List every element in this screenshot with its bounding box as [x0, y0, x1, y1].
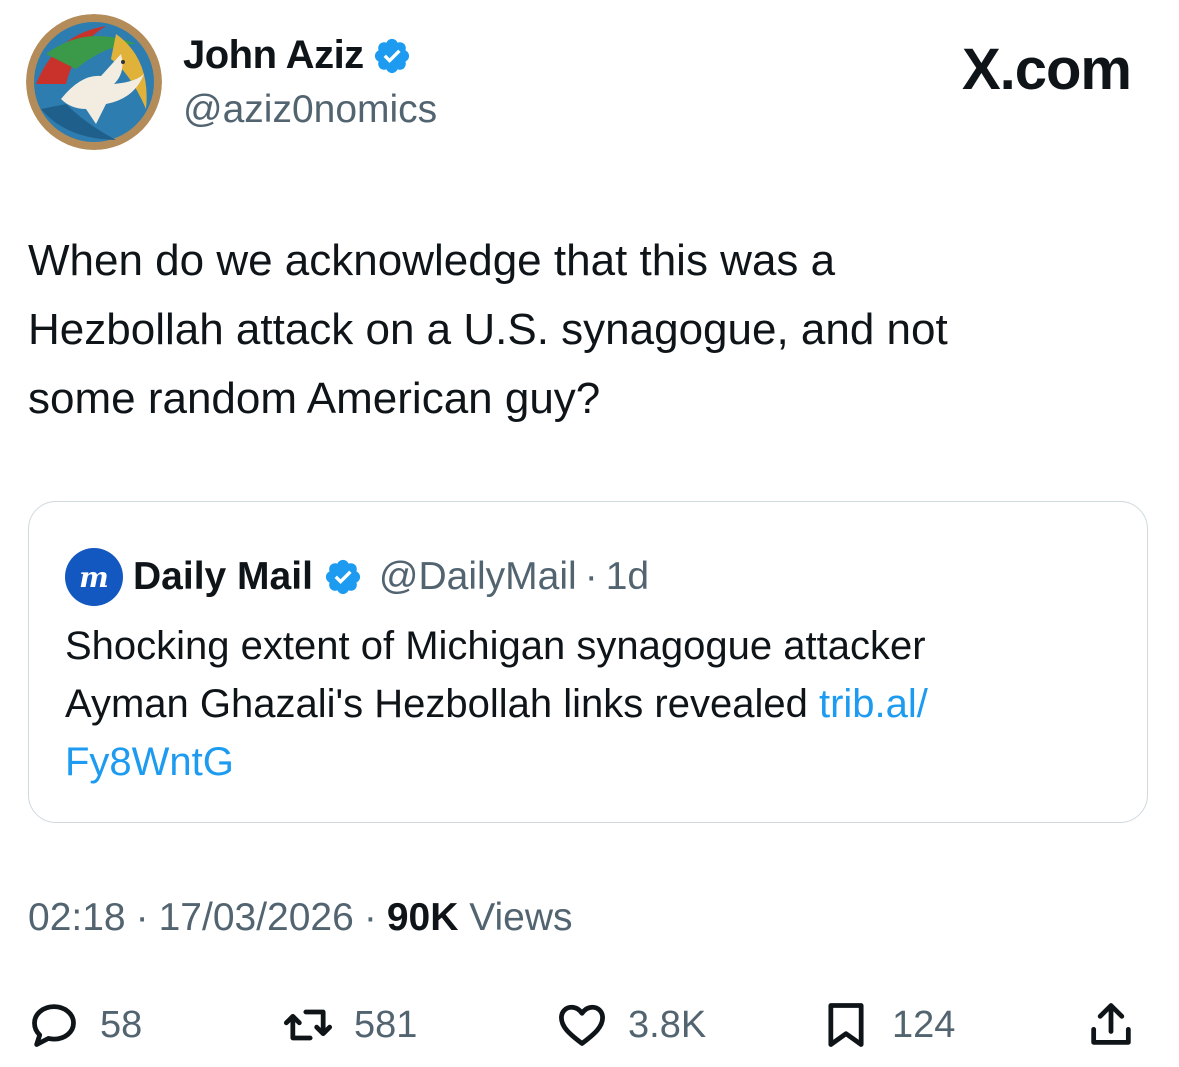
quoted-tweet-header: m Daily Mail @DailyMail · 1d: [65, 548, 649, 606]
like-button[interactable]: 3.8K: [556, 990, 706, 1060]
reply-count: 58: [100, 1003, 143, 1046]
bookmark-count: 124: [892, 1003, 956, 1046]
verified-badge-icon: [374, 38, 409, 73]
tweet-line: Hezbollah attack on a U.S. synagogue, an…: [28, 305, 948, 354]
quoted-line: Shocking extent of Michigan synagogue at…: [65, 624, 926, 668]
quoted-meta: @DailyMail · 1d: [379, 555, 649, 599]
reply-button[interactable]: 58: [28, 990, 142, 1060]
bookmark-button[interactable]: 124: [820, 990, 955, 1060]
author-name[interactable]: John Aziz: [183, 33, 364, 78]
like-count: 3.8K: [628, 1003, 707, 1046]
verified-badge-icon: [325, 559, 360, 595]
bookmark-icon: [828, 1003, 864, 1047]
views-count: 90K: [386, 896, 459, 939]
repost-count: 581: [354, 1003, 418, 1046]
author-name-row[interactable]: John Aziz: [183, 33, 412, 78]
action-bar: 58 581 3.8K 124: [0, 990, 1179, 1060]
brand-label: X.com: [961, 37, 1132, 102]
quoted-link-continued[interactable]: Fy8WntG: [65, 740, 234, 784]
tweet-line: When do we acknowledge that this was a: [28, 236, 836, 285]
quoted-link[interactable]: trib.al/: [819, 682, 928, 726]
separator: ·: [584, 555, 598, 598]
tweet-time[interactable]: 02:18: [28, 896, 126, 940]
quoted-line: Ayman Ghazali's Hezbollah links revealed: [65, 682, 808, 726]
quoted-text: Shocking extent of Michigan synagogue at…: [65, 617, 1115, 791]
separator: ·: [363, 896, 377, 939]
quoted-tweet-card[interactable]: m Daily Mail @DailyMail · 1d Shocking ex…: [28, 501, 1148, 823]
quoted-author-name[interactable]: Daily Mail: [133, 555, 313, 599]
daily-mail-logo-icon: m: [65, 548, 123, 606]
author-handle[interactable]: @aziz0nomics: [183, 88, 437, 132]
tweet-line: some random American guy?: [28, 374, 601, 423]
dove-avatar-image: [26, 14, 162, 150]
views-label: Views: [469, 896, 573, 939]
tweet-date[interactable]: 17/03/2026: [159, 896, 354, 940]
tweet-meta: 02:18 · 17/03/2026 · 90K Views: [28, 896, 573, 940]
reply-icon: [32, 1004, 76, 1047]
author-avatar[interactable]: [26, 14, 162, 150]
tweet-text: When do we acknowledge that this was a H…: [28, 226, 1138, 433]
share-icon: [1091, 1003, 1131, 1045]
repost-button[interactable]: 581: [282, 990, 417, 1060]
separator: ·: [135, 896, 149, 939]
quoted-handle[interactable]: @DailyMail: [379, 555, 577, 599]
share-button[interactable]: [1085, 990, 1137, 1060]
like-icon: [559, 1004, 605, 1046]
quoted-age[interactable]: 1d: [606, 555, 649, 599]
repost-icon: [283, 1009, 333, 1041]
